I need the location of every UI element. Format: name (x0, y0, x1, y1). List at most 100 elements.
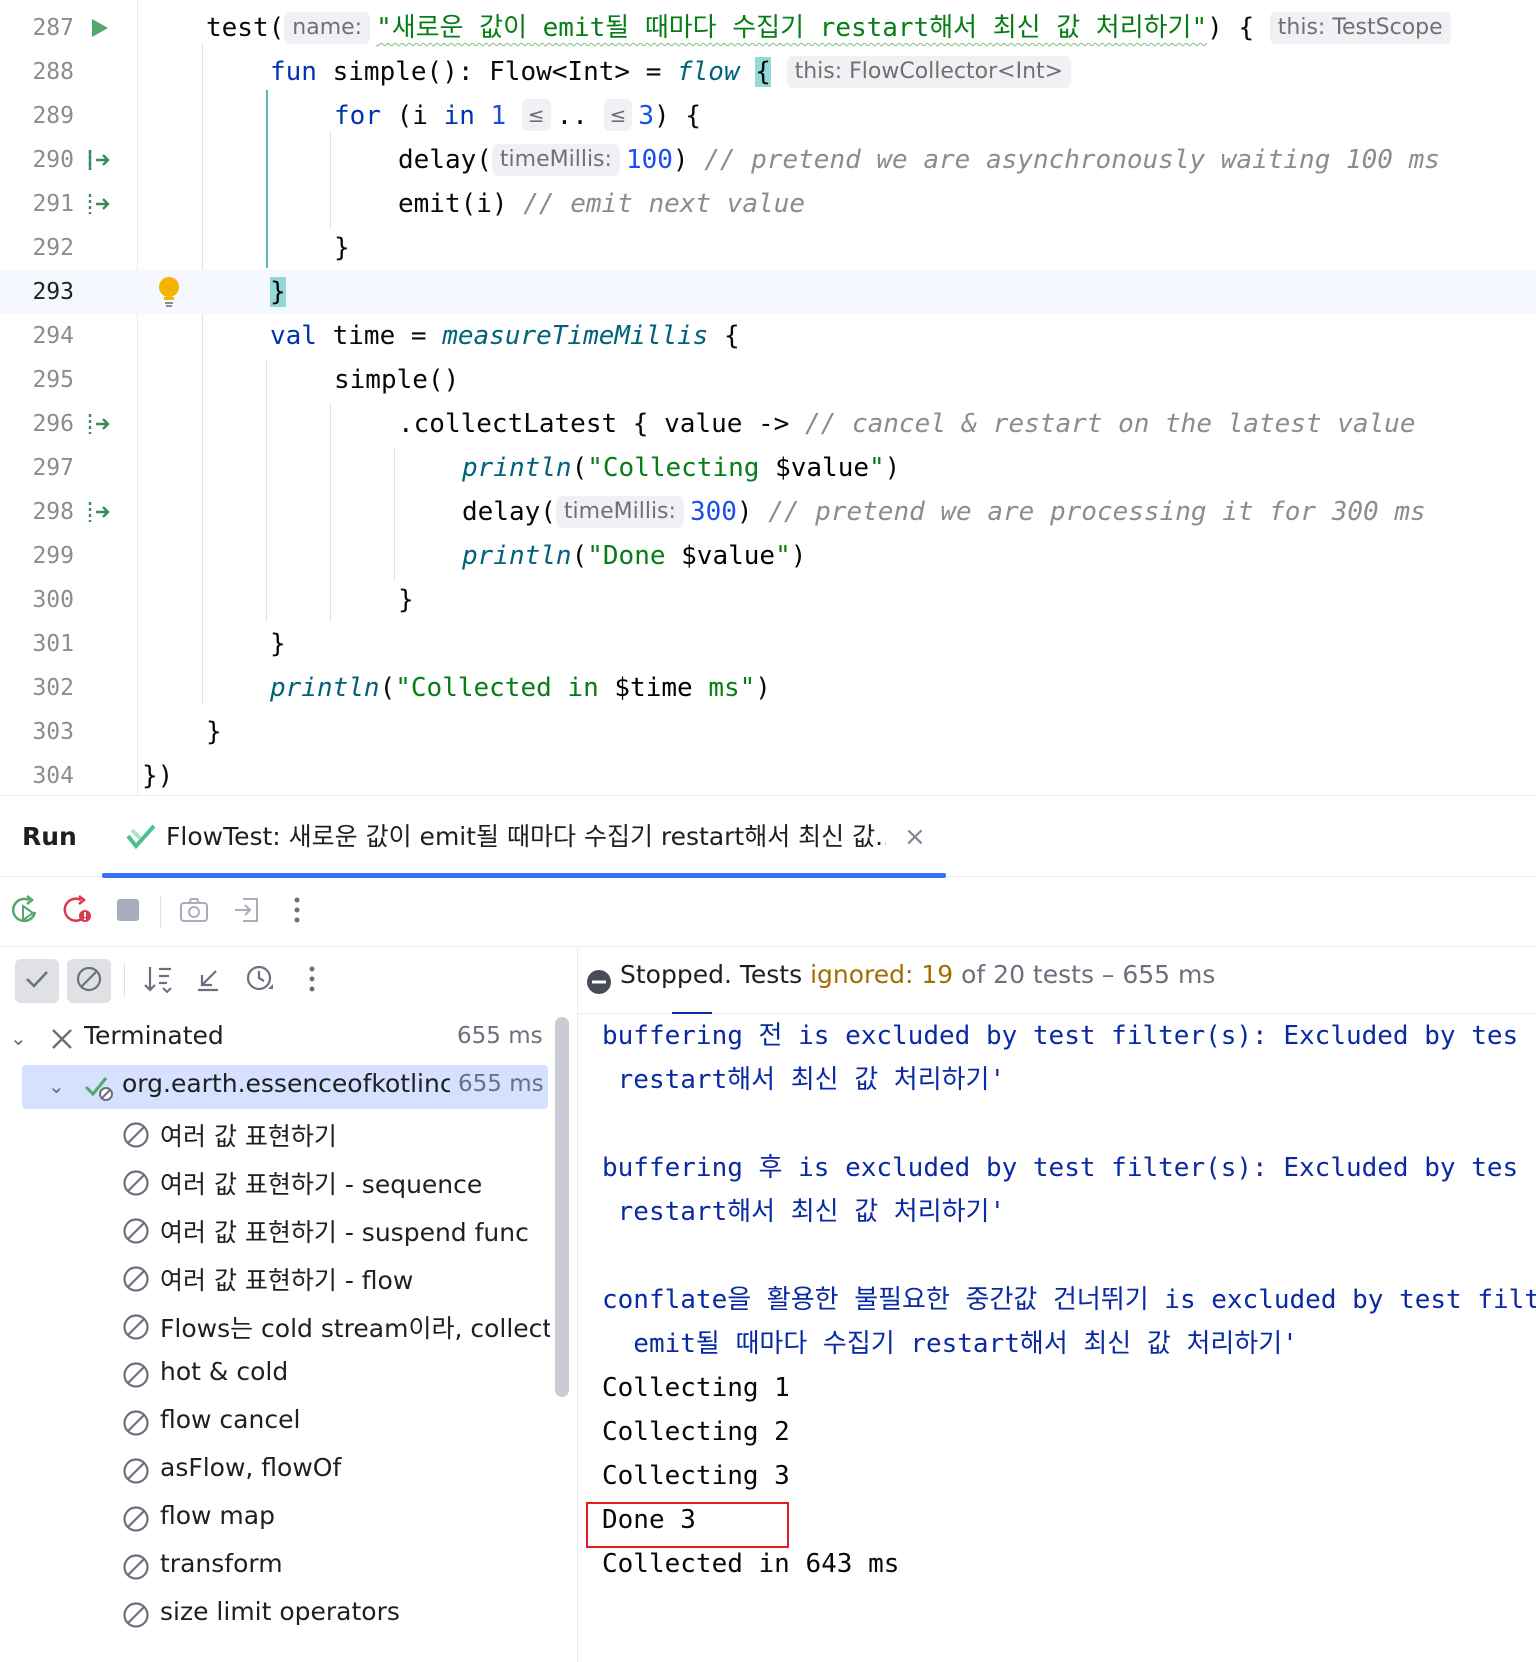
tree-row-test[interactable]: 여러 값 표현하기 - flow (0, 1255, 560, 1303)
code-line[interactable]: 297 println("Collecting $value") (0, 446, 1536, 490)
keyword: in (443, 101, 475, 131)
string-literal: ms" (692, 673, 756, 703)
screenshot-button[interactable] (175, 893, 213, 931)
ignored-icon (122, 1169, 150, 1197)
tree-row-test[interactable]: asFlow, flowOf (0, 1447, 560, 1495)
stop-button[interactable] (109, 893, 147, 931)
code-token: } (334, 233, 350, 263)
console-output-panel[interactable]: Stopped. Tests ignored: 19 of 20 tests –… (578, 947, 1536, 1662)
ignored-icon (122, 1121, 150, 1149)
code-line[interactable]: 298 delay(timeMillis: 300) // pretend we … (0, 490, 1536, 534)
code-line[interactable]: 287 test(name: "새로운 값이 emit될 때마다 수집기 rest… (0, 6, 1536, 50)
line-number: 299 (32, 543, 74, 569)
more-button[interactable] (278, 893, 316, 931)
code-line[interactable]: 289 for (i in 1 ≤.. ≤3) { (0, 94, 1536, 138)
code-line[interactable]: 295 simple() (0, 358, 1536, 402)
run-triangle-icon[interactable] (88, 6, 110, 50)
tree-row-suite[interactable]: ⌄ org.earth.essenceofkotlinc 655 ms (0, 1063, 560, 1111)
matched-brace: } (270, 277, 286, 307)
run-tab-flowtest[interactable]: FlowTest: 새로운 값이 emit될 때마다 수집기 restart해서… (102, 796, 946, 878)
range-hint: ≤ (603, 99, 633, 131)
code-token: time = (316, 321, 443, 351)
ignored-icon (122, 1505, 150, 1533)
line-number: 297 (32, 455, 74, 481)
code-line[interactable]: 288 fun simple(): Flow<Int> = flow { thi… (0, 50, 1536, 94)
tree-row-test[interactable]: flow map (0, 1495, 560, 1543)
show-ignored-toggle[interactable] (67, 959, 111, 1003)
lightbulb-icon[interactable] (157, 270, 181, 314)
tree-row-test[interactable]: transform (0, 1543, 560, 1591)
code-line[interactable]: 302 println("Collected in $time ms") (0, 666, 1536, 710)
code-text: for (i in 1 ≤.. ≤3) { (334, 94, 701, 138)
code-line[interactable]: 290 delay(timeMillis: 100) // pretend we … (0, 138, 1536, 182)
tree-row-root[interactable]: ⌄ Terminated 655 ms (0, 1015, 560, 1063)
line-number: 301 (32, 631, 74, 657)
suspend-call-icon (86, 402, 112, 446)
more-button[interactable] (290, 959, 334, 1003)
tree-row-test[interactable]: 여러 값 표현하기 (0, 1111, 560, 1159)
tree-row-label: hot & cold (160, 1357, 289, 1386)
ignored-icon (122, 1361, 150, 1389)
code-text: println("Done $value") (462, 534, 806, 578)
code-line[interactable]: 294 val time = measureTimeMillis { (0, 314, 1536, 358)
code-text: delay(timeMillis: 300) // pretend we are … (462, 490, 1426, 534)
console-line-system: restart해서 최신 값 처리하기' (602, 1065, 1006, 1095)
rerun-button[interactable] (6, 893, 44, 931)
test-tree-panel: ⌄ Terminated 655 ms ⌄ org.earth.essenceo… (0, 947, 578, 1662)
ignored-icon (75, 965, 103, 997)
code-line[interactable]: 299 println("Done $value") (0, 534, 1536, 578)
close-icon[interactable]: × (904, 796, 926, 878)
history-button[interactable] (238, 959, 282, 1003)
code-line[interactable]: 296 .collectLatest { value -> // cancel … (0, 402, 1536, 446)
line-number: 292 (32, 235, 74, 261)
rerun-failed-button[interactable] (58, 893, 96, 931)
tree-row-test[interactable]: Flows는 cold stream이라, collect (0, 1303, 560, 1351)
comment: // pretend we are processing it for 300 … (768, 497, 1426, 527)
code-text: fun simple(): Flow<Int> = flow { this: F… (270, 50, 1077, 94)
line-number: 298 (32, 499, 74, 525)
status-prefix: Stopped. Tests (620, 960, 811, 989)
history-icon (244, 963, 276, 999)
code-text: } (398, 578, 414, 622)
chevron-down-icon[interactable]: ⌄ (48, 1074, 65, 1098)
receiver-hint: this: TestScope (1269, 12, 1451, 44)
tree-row-test[interactable]: 여러 값 표현하기 - suspend func (0, 1207, 560, 1255)
tree-row-test[interactable]: flow cancel (0, 1399, 560, 1447)
code-editor[interactable]: 287 test(name: "새로운 값이 emit될 때마다 수집기 rest… (0, 0, 1536, 795)
code-line-current[interactable]: 293 } (0, 270, 1536, 314)
console-line-system: emit될 때마다 수집기 restart해서 최신 값 처리하기' (602, 1329, 1298, 1359)
number-literal: 1 (474, 101, 507, 131)
test-tab-icon (126, 822, 158, 856)
export-button[interactable] (228, 893, 266, 931)
code-line[interactable]: 303 } (0, 710, 1536, 754)
console-line-stdout: Collected in 643 ms (602, 1549, 900, 1579)
code-line[interactable]: 304 }) (0, 754, 1536, 795)
code-line[interactable]: 300 } (0, 578, 1536, 622)
toolbar-separator (124, 963, 125, 997)
sort-button[interactable] (136, 959, 180, 1003)
tree-row-test[interactable]: 여러 값 표현하기 - sequence (0, 1159, 560, 1207)
line-number: 296 (32, 411, 74, 437)
line-number: 303 (32, 719, 74, 745)
chevron-down-icon[interactable]: ⌄ (10, 1026, 27, 1050)
comment: // cancel & restart on the latest value (805, 409, 1416, 439)
code-line[interactable]: 301 } (0, 622, 1536, 666)
tree-row-label: 여러 값 표현하기 - suspend func (160, 1218, 529, 1247)
code-line[interactable]: 292 } (0, 226, 1536, 270)
collapse-button[interactable] (186, 959, 230, 1003)
rerun-icon (9, 894, 41, 930)
code-line[interactable]: 291 emit(i) // emit next value (0, 182, 1536, 226)
tree-row-test[interactable]: size limit operators (0, 1591, 560, 1639)
keyword: for (334, 101, 381, 131)
code-text: emit(i) // emit next value (398, 182, 805, 226)
code-text: } (334, 226, 350, 270)
tree-scrollbar[interactable] (555, 1017, 569, 1397)
code-token: ) (736, 497, 769, 527)
tree-row-test[interactable]: hot & cold (0, 1351, 560, 1399)
line-number: 302 (32, 675, 74, 701)
show-passed-toggle[interactable] (15, 959, 59, 1003)
keyword: fun (270, 57, 317, 87)
function-call: println (462, 453, 572, 483)
string-literal: " (869, 453, 885, 483)
console-line-system: restart해서 최신 값 처리하기' (602, 1197, 1006, 1227)
